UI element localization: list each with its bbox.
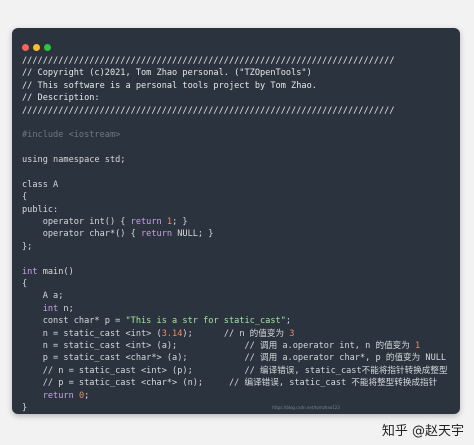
code-block: ////////////////////////////////////////…: [22, 55, 454, 414]
watermark: 知乎 @赵天宇: [381, 424, 464, 439]
code-token: operator int() {: [22, 217, 131, 228]
code-token: 3.14: [161, 328, 183, 339]
code-token: ;: [84, 390, 90, 401]
code-line: p = static_cast <char*> (a); // 调用 a.ope…: [22, 352, 454, 364]
code-line: operator char*() { return NULL; }: [22, 228, 454, 240]
code-token: // n = static_cast <int> (p);: [22, 365, 245, 376]
code-token: using namespace std;: [22, 155, 126, 166]
code-token: };: [22, 241, 33, 252]
code-line: ////////////////////////////////////////…: [22, 55, 454, 67]
code-line: // Description:: [22, 92, 454, 104]
code-window: ////////////////////////////////////////…: [12, 28, 460, 414]
code-token: NULL; }: [172, 229, 214, 240]
code-token: int: [42, 303, 59, 314]
code-token: 1: [415, 340, 421, 351]
window-controls: [22, 36, 55, 51]
code-token: );: [182, 328, 224, 339]
code-token: n;: [58, 303, 74, 314]
code-line: int n;: [22, 303, 454, 315]
code-token: // 调用 a.operator char*, p 的值变为 NULL: [244, 353, 447, 364]
code-line: int main(): [22, 266, 454, 278]
code-token: n = static_cast <int> (a);: [22, 340, 245, 351]
code-line: // Copyright (c)2021, Tom Zhao personal.…: [22, 67, 454, 79]
code-token: n = static_cast <int> (: [22, 328, 162, 339]
code-line: A a;: [22, 290, 454, 302]
zoom-dot-icon[interactable]: [44, 44, 51, 51]
code-token: p = static_cast <char*> (a);: [22, 353, 245, 364]
code-token: return: [141, 229, 173, 240]
code-token: // 编译错误, static_cast不能将指针转换成整型: [244, 365, 448, 376]
code-line: }: [22, 402, 454, 414]
code-token: // n 的值变为: [223, 328, 290, 339]
code-token: ;: [285, 316, 292, 327]
code-line: using namespace std;: [22, 154, 454, 166]
minimize-dot-icon[interactable]: [33, 44, 40, 51]
code-token: return: [42, 390, 74, 401]
code-token: // Copyright (c)2021, Tom Zhao personal.…: [22, 68, 312, 79]
code-line: return 0;: [22, 390, 454, 402]
code-line: operator int() { return 1; }: [22, 216, 454, 228]
code-token: // 编译错误, static_cast 不能将整型转换成指针: [228, 378, 438, 389]
code-token: // 调用 a.operator int, n 的值变为: [244, 340, 416, 351]
code-token: // This software is a personal tools pro…: [22, 80, 317, 91]
code-line: {: [22, 191, 454, 203]
code-token: main(): [37, 266, 74, 277]
code-line: n = static_cast <int> (3.14); // n 的值变为 …: [22, 328, 454, 340]
code-token: // Description:: [22, 93, 100, 104]
code-line: };: [22, 241, 454, 253]
code-line: ////////////////////////////////////////…: [22, 105, 454, 117]
source-url: https://blog.csdn.net/tomzhao123: [272, 405, 340, 410]
code-token: ; }: [172, 217, 188, 228]
code-line: public:: [22, 204, 454, 216]
code-token: 3: [289, 328, 295, 339]
code-token: operator char*() {: [22, 229, 141, 240]
code-line: // n = static_cast <int> (p); // 编译错误, s…: [22, 365, 454, 377]
code-token: int: [22, 266, 38, 277]
code-token: ////////////////////////////////////////…: [22, 105, 395, 116]
code-token: A a;: [22, 291, 64, 302]
code-line: // p = static_cast <char*> (n); // 编译错误,…: [22, 377, 454, 389]
code-token: {: [22, 192, 28, 203]
code-line: n = static_cast <int> (a); // 调用 a.opera…: [22, 340, 454, 352]
code-token: // p = static_cast <char*> (n);: [22, 378, 229, 389]
code-token: "This is a str for static_cast": [125, 316, 286, 327]
code-line: const char* p = "This is a str for stati…: [22, 315, 454, 327]
code-token: ////////////////////////////////////////…: [22, 56, 395, 66]
code-token: #include <iostream>: [22, 130, 121, 141]
code-token: class A: [22, 179, 59, 190]
code-line: {: [22, 278, 454, 290]
code-line: // This software is a personal tools pro…: [22, 80, 454, 92]
code-token: return: [130, 217, 162, 228]
code-line: #include <iostream>: [22, 129, 454, 141]
code-token: const char* p =: [22, 316, 126, 327]
code-token: public:: [22, 204, 59, 215]
code-line: class A: [22, 179, 454, 191]
close-dot-icon[interactable]: [22, 44, 29, 51]
code-token: {: [22, 279, 28, 290]
code-token: }: [22, 402, 28, 413]
